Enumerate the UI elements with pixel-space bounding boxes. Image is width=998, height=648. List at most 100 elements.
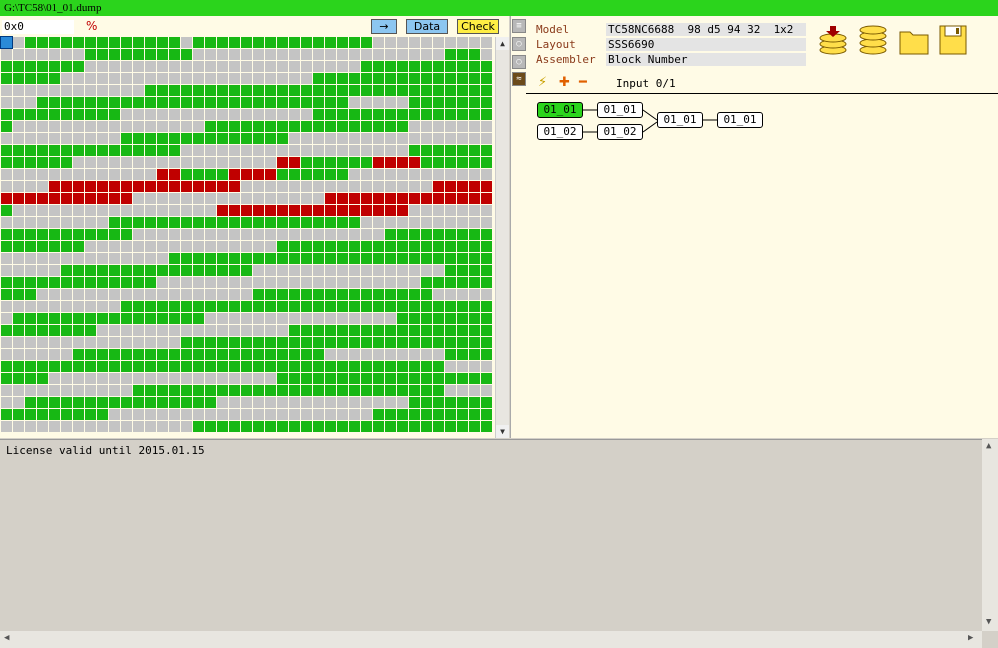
block-cell[interactable] [97, 205, 108, 216]
block-cell[interactable] [397, 313, 408, 324]
block-cell[interactable] [421, 253, 432, 264]
block-cell[interactable] [85, 133, 96, 144]
block-cell[interactable] [145, 133, 156, 144]
block-cell[interactable] [97, 97, 108, 108]
block-cell[interactable] [397, 121, 408, 132]
block-cell[interactable] [361, 49, 372, 60]
block-cell[interactable] [169, 229, 180, 240]
block-cell[interactable] [145, 301, 156, 312]
block-cell[interactable] [241, 373, 252, 384]
block-cell[interactable] [385, 289, 396, 300]
block-cell[interactable] [373, 349, 384, 360]
block-cell[interactable] [1, 409, 12, 420]
block-cell[interactable] [49, 97, 60, 108]
block-cell[interactable] [433, 97, 444, 108]
block-cell[interactable] [253, 73, 264, 84]
block-cell[interactable] [1, 193, 12, 204]
block-cell[interactable] [481, 337, 492, 348]
block-cell[interactable] [301, 145, 312, 156]
block-cell[interactable] [229, 349, 240, 360]
block-cell[interactable] [313, 97, 324, 108]
block-cell[interactable] [409, 145, 420, 156]
block-cell[interactable] [157, 397, 168, 408]
block-cell[interactable] [205, 397, 216, 408]
block-cell[interactable] [457, 241, 468, 252]
block-cell[interactable] [301, 361, 312, 372]
block-cell[interactable] [181, 49, 192, 60]
block-cell[interactable] [361, 61, 372, 72]
block-cell[interactable] [277, 97, 288, 108]
block-cell[interactable] [373, 121, 384, 132]
block-cell[interactable] [241, 157, 252, 168]
block-cell[interactable] [217, 37, 228, 48]
block-cell[interactable] [37, 85, 48, 96]
block-cell[interactable] [313, 349, 324, 360]
block-cell[interactable] [169, 361, 180, 372]
block-cell[interactable] [457, 289, 468, 300]
block-cell[interactable] [205, 349, 216, 360]
block-cell[interactable] [133, 313, 144, 324]
block-cell[interactable] [25, 361, 36, 372]
block-cell[interactable] [169, 277, 180, 288]
block-cell[interactable] [217, 181, 228, 192]
block-cell[interactable] [85, 301, 96, 312]
block-cell[interactable] [301, 289, 312, 300]
block-cell[interactable] [445, 157, 456, 168]
block-cell[interactable] [325, 193, 336, 204]
block-cell[interactable] [289, 193, 300, 204]
block-cell[interactable] [241, 121, 252, 132]
block-cell[interactable] [481, 289, 492, 300]
block-cell[interactable] [433, 133, 444, 144]
block-cell[interactable] [337, 349, 348, 360]
block-cell[interactable] [25, 409, 36, 420]
block-cell[interactable] [97, 385, 108, 396]
block-cell[interactable] [373, 193, 384, 204]
block-cell[interactable] [469, 397, 480, 408]
block-cell[interactable] [157, 61, 168, 72]
block-cell[interactable] [97, 85, 108, 96]
block-cell[interactable] [85, 217, 96, 228]
block-cell[interactable] [229, 49, 240, 60]
block-cell[interactable] [265, 109, 276, 120]
block-cell[interactable] [289, 73, 300, 84]
block-cell[interactable] [73, 325, 84, 336]
block-cell[interactable] [397, 49, 408, 60]
block-cell[interactable] [205, 373, 216, 384]
block-cell[interactable] [73, 205, 84, 216]
block-cell[interactable] [241, 421, 252, 432]
block-cell[interactable] [397, 349, 408, 360]
block-cell[interactable] [313, 217, 324, 228]
block-cell[interactable] [121, 337, 132, 348]
block-cell[interactable] [217, 145, 228, 156]
block-cell[interactable] [229, 97, 240, 108]
block-cell[interactable] [337, 97, 348, 108]
block-cell[interactable] [409, 337, 420, 348]
block-cell[interactable] [397, 253, 408, 264]
block-cell[interactable] [133, 397, 144, 408]
block-cell[interactable] [241, 229, 252, 240]
block-cell[interactable] [121, 229, 132, 240]
block-cell[interactable] [277, 409, 288, 420]
block-cell[interactable] [193, 73, 204, 84]
block-cell[interactable] [217, 277, 228, 288]
block-cell[interactable] [1, 61, 12, 72]
block-cell[interactable] [217, 121, 228, 132]
block-cell[interactable] [133, 253, 144, 264]
block-cell[interactable] [25, 373, 36, 384]
block-cell[interactable] [277, 133, 288, 144]
block-cell[interactable] [37, 265, 48, 276]
block-cell[interactable] [265, 37, 276, 48]
block-cell[interactable] [433, 49, 444, 60]
block-cell[interactable] [325, 157, 336, 168]
block-cell[interactable] [121, 325, 132, 336]
block-cell[interactable] [313, 145, 324, 156]
block-cell[interactable] [13, 421, 24, 432]
block-cell[interactable] [385, 253, 396, 264]
block-cell[interactable] [301, 85, 312, 96]
block-cell[interactable] [409, 421, 420, 432]
block-cell[interactable] [469, 253, 480, 264]
block-cell[interactable] [1, 325, 12, 336]
block-cell[interactable] [145, 313, 156, 324]
block-cell[interactable] [445, 421, 456, 432]
block-cell[interactable] [457, 253, 468, 264]
